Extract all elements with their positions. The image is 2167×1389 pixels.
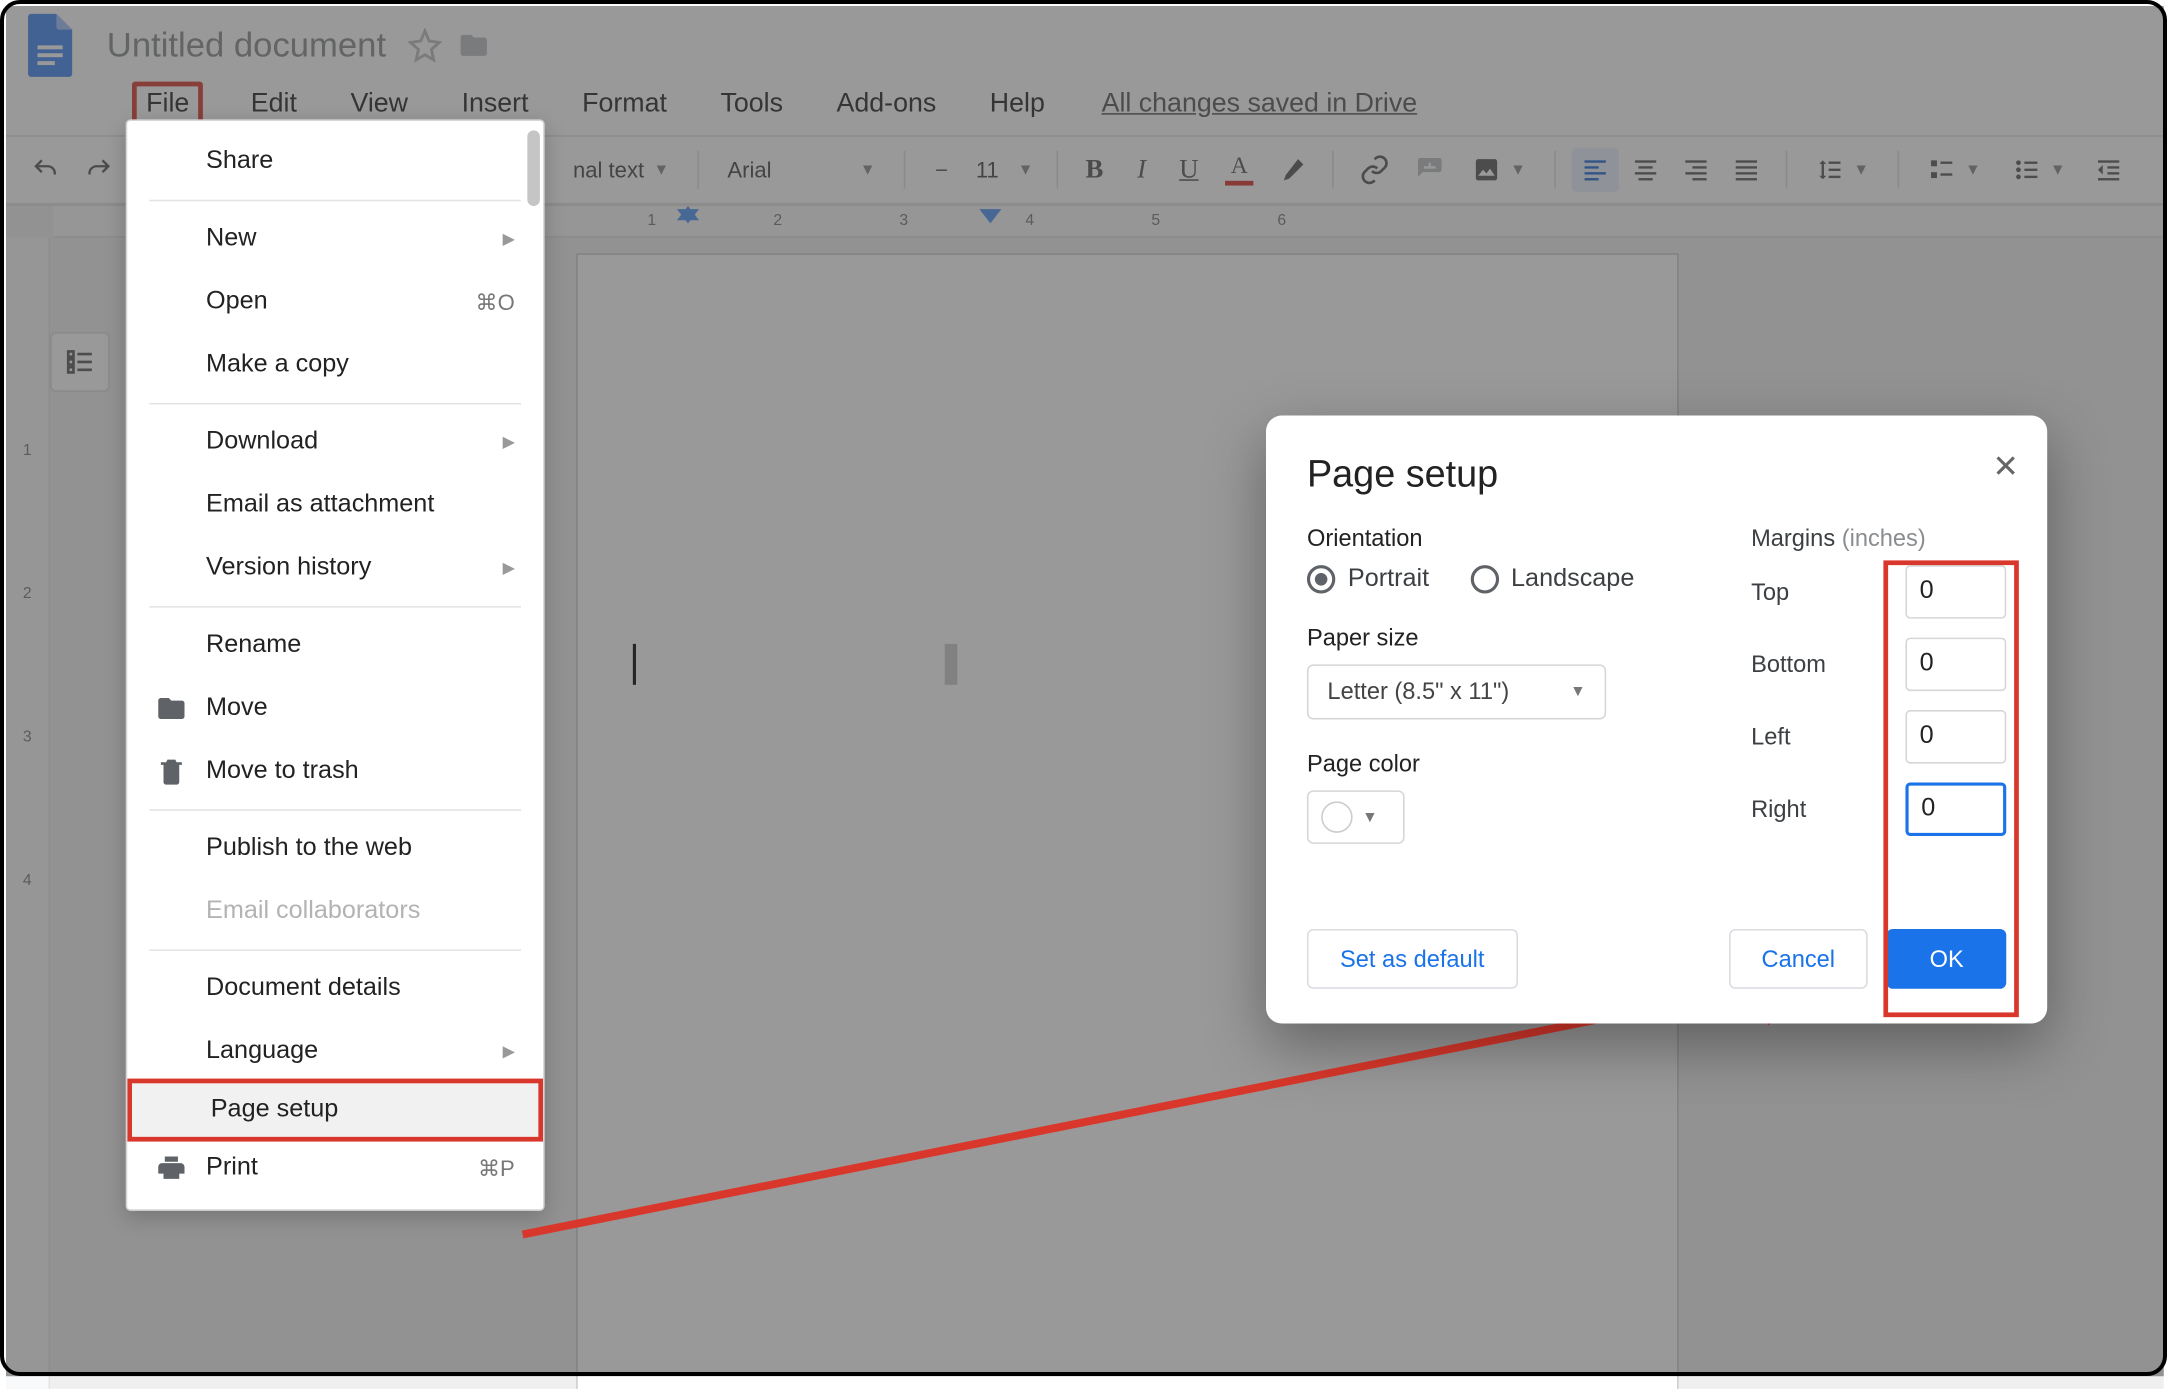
page-color-label: Page color <box>1307 751 1704 778</box>
undo-icon[interactable] <box>22 148 69 192</box>
ok-button[interactable]: OK <box>1887 929 2006 989</box>
insert-comment-icon[interactable] <box>1406 148 1453 192</box>
file-version-history[interactable]: Version history▶ <box>127 537 543 600</box>
menu-addons[interactable]: Add-ons <box>830 85 942 123</box>
redo-icon[interactable] <box>75 148 122 192</box>
file-new[interactable]: New▶ <box>127 208 543 271</box>
paper-size-dropdown[interactable]: Letter (8.5" x 11")▼ <box>1307 665 1606 720</box>
file-make-copy[interactable]: Make a copy <box>127 334 543 397</box>
file-email-attachment[interactable]: Email as attachment <box>127 474 543 537</box>
save-status[interactable]: All changes saved in Drive <box>1102 88 1418 120</box>
vertical-ruler[interactable]: 1 2 3 4 <box>6 238 50 1389</box>
file-print[interactable]: Print⌘P <box>127 1137 543 1200</box>
text-cursor <box>633 644 636 685</box>
folder-icon <box>156 693 188 725</box>
document-outline-icon[interactable] <box>50 332 110 392</box>
menu-edit[interactable]: Edit <box>244 85 303 123</box>
font-dropdown[interactable]: Arial▼ <box>715 151 888 189</box>
orientation-landscape[interactable]: Landscape <box>1470 565 1634 594</box>
margin-top-label: Top <box>1751 579 1789 606</box>
line-spacing-dropdown[interactable]: ▼ <box>1803 149 1882 190</box>
underline-button[interactable]: U <box>1168 148 1209 192</box>
print-icon <box>156 1153 188 1185</box>
margin-top-input[interactable] <box>1905 565 2006 619</box>
align-center-icon[interactable] <box>1622 148 1669 192</box>
file-language[interactable]: Language▶ <box>127 1020 543 1083</box>
align-justify-icon[interactable] <box>1723 148 1770 192</box>
star-icon[interactable] <box>408 28 443 63</box>
paragraph-style-dropdown[interactable]: nal text▼ <box>560 151 681 189</box>
text-color-button[interactable]: A <box>1216 148 1263 192</box>
folder-move-icon[interactable] <box>455 30 493 62</box>
trash-icon <box>156 756 188 788</box>
page-color-dropdown[interactable]: ▼ <box>1307 791 1405 845</box>
indent-decrease-icon[interactable] <box>2084 148 2131 192</box>
file-page-setup[interactable]: Page setup <box>127 1079 543 1142</box>
bullet-list-dropdown[interactable]: ▼ <box>2000 149 2079 190</box>
file-email-collaborators: Email collaborators <box>127 880 543 943</box>
file-rename[interactable]: Rename <box>127 614 543 677</box>
insert-image-dropdown[interactable]: ▼ <box>1460 149 1539 190</box>
color-chip-white <box>1321 802 1353 834</box>
margin-bottom-input[interactable] <box>1905 638 2006 692</box>
docs-logo-icon[interactable] <box>22 11 79 80</box>
set-default-button[interactable]: Set as default <box>1307 929 1518 989</box>
margin-left-label: Left <box>1751 723 1790 750</box>
menu-insert[interactable]: Insert <box>455 85 535 123</box>
italic-button[interactable]: I <box>1121 148 1162 192</box>
document-title[interactable]: Untitled document <box>107 25 386 66</box>
file-document-details[interactable]: Document details <box>127 957 543 1020</box>
align-right-icon[interactable] <box>1672 148 1719 192</box>
file-move-trash[interactable]: Move to trash <box>127 740 543 803</box>
font-size-decrease[interactable]: − <box>921 148 962 192</box>
left-indent-marker[interactable] <box>677 206 699 220</box>
orientation-portrait[interactable]: Portrait <box>1307 565 1429 594</box>
file-move[interactable]: Move <box>127 677 543 740</box>
margin-bottom-label: Bottom <box>1751 651 1826 678</box>
cancel-button[interactable]: Cancel <box>1728 929 1868 989</box>
menu-format[interactable]: Format <box>576 85 673 123</box>
menu-help[interactable]: Help <box>984 85 1052 123</box>
menu-view[interactable]: View <box>344 85 414 123</box>
paper-size-label: Paper size <box>1307 625 1704 652</box>
radio-unchecked-icon <box>1470 565 1498 593</box>
file-share[interactable]: Share <box>127 130 543 193</box>
align-left-icon[interactable] <box>1571 148 1618 192</box>
font-size[interactable]: 11▼ <box>968 151 1040 189</box>
radio-checked-icon <box>1307 565 1335 593</box>
file-download[interactable]: Download▶ <box>127 411 543 474</box>
menu-tools[interactable]: Tools <box>714 85 789 123</box>
margin-left-input[interactable] <box>1905 710 2006 764</box>
orientation-label: Orientation <box>1307 526 1704 553</box>
file-open[interactable]: Open⌘O <box>127 271 543 334</box>
checklist-dropdown[interactable]: ▼ <box>1915 149 1994 190</box>
file-publish-web[interactable]: Publish to the web <box>127 817 543 880</box>
margin-right-label: Right <box>1751 796 1806 823</box>
page-setup-dialog: Page setup ✕ Orientation Portrait Landsc… <box>1266 416 2047 1024</box>
ghost-cursor <box>945 644 958 685</box>
right-indent-marker[interactable] <box>979 209 1001 223</box>
highlight-color-button[interactable] <box>1269 148 1316 192</box>
insert-link-icon[interactable] <box>1350 148 1400 192</box>
file-menu-dropdown: Share New▶ Open⌘O Make a copy Download▶ … <box>126 119 545 1210</box>
close-icon[interactable]: ✕ <box>1992 447 2018 486</box>
margins-label: Margins (inches) <box>1751 526 2006 553</box>
dialog-title: Page setup <box>1307 453 2006 497</box>
bold-button[interactable]: B <box>1074 148 1115 192</box>
margin-right-input[interactable] <box>1905 782 2006 836</box>
